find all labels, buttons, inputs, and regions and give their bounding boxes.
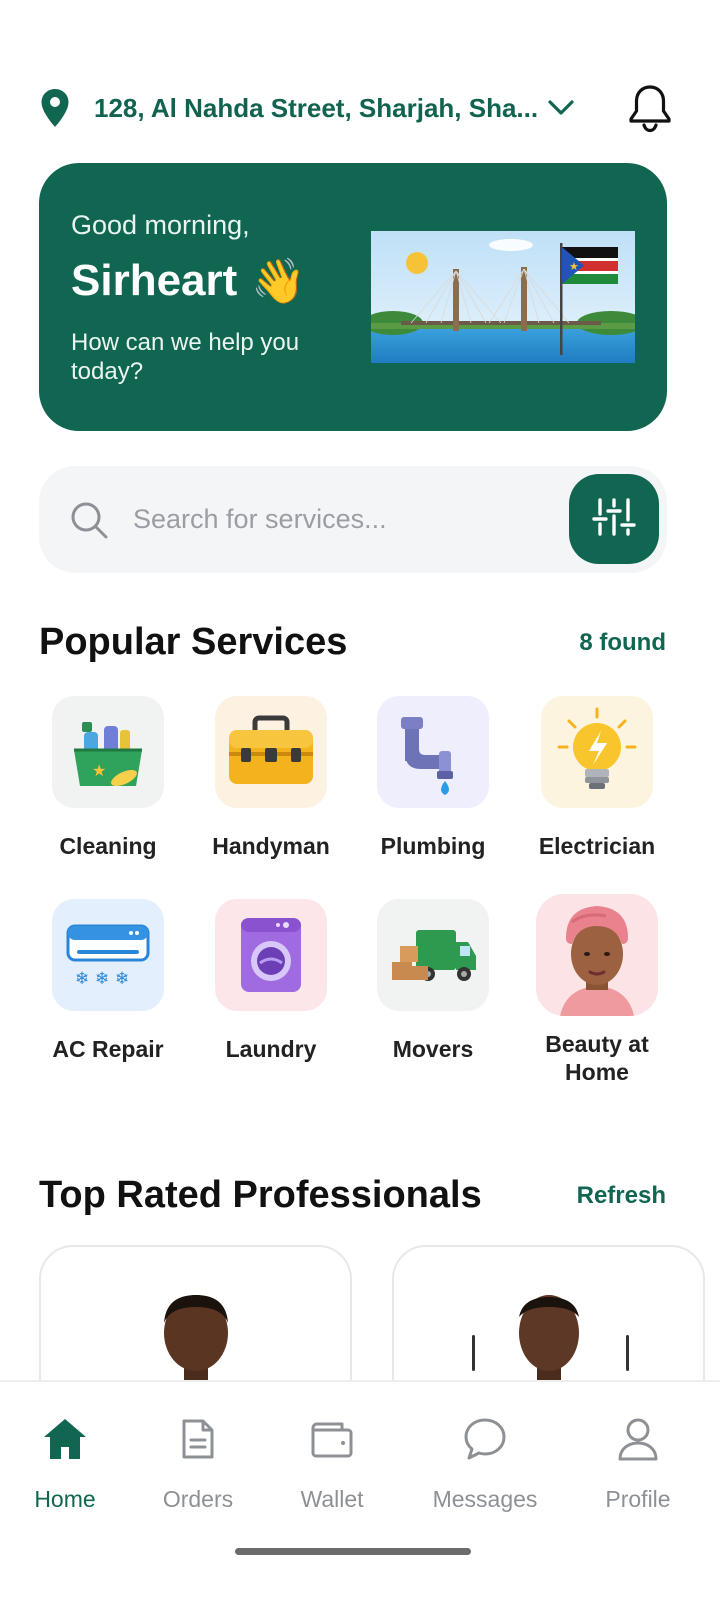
nav-wallet[interactable]: Wallet (262, 1414, 402, 1513)
document-icon (173, 1414, 223, 1464)
top-pros-title: Top Rated Professionals (39, 1174, 482, 1216)
nav-label: Wallet (300, 1486, 364, 1512)
current-location-label[interactable]: 128, Al Nahda Street, Sharjah, Sha... (94, 93, 538, 124)
service-label: Laundry (225, 1036, 317, 1062)
truck-icon (377, 899, 489, 1011)
greeting-card: Good morning, Sirheart 👋 How can we help… (39, 163, 667, 431)
svg-text:★: ★ (569, 260, 579, 273)
washing-machine-icon (215, 899, 327, 1011)
service-cleaning[interactable]: ★ Cleaning (27, 696, 189, 860)
svg-text:❄: ❄ (115, 969, 129, 989)
service-beauty-at-home[interactable]: Beauty at Home (516, 894, 678, 1086)
service-movers[interactable]: Movers (352, 899, 514, 1063)
nav-home[interactable]: Home (0, 1414, 135, 1513)
service-label: AC Repair (52, 1036, 164, 1062)
photo-frame-edge (472, 1335, 475, 1371)
photo-frame-edge (626, 1335, 629, 1371)
greeting-subtitle: How can we help you today? (71, 329, 300, 385)
home-indicator[interactable] (235, 1548, 471, 1555)
service-ac-repair[interactable]: ❄ ❄ ❄ AC Repair (27, 899, 189, 1063)
nav-label: Messages (432, 1486, 538, 1512)
nav-label: Profile (605, 1486, 671, 1512)
svg-text:❄: ❄ (75, 969, 89, 989)
service-handyman[interactable]: Handyman (190, 696, 352, 860)
nav-label: Orders (162, 1486, 234, 1512)
search-icon (69, 500, 109, 540)
service-label: Plumbing (380, 833, 486, 859)
user-icon (613, 1414, 663, 1464)
sliders-icon (592, 497, 636, 542)
nav-messages[interactable]: Messages (415, 1414, 555, 1513)
user-name-text: Sirheart (71, 256, 238, 305)
wallet-icon (307, 1414, 357, 1464)
refresh-button[interactable]: Refresh (577, 1182, 666, 1210)
service-label: Cleaning (59, 833, 157, 859)
bottom-navigation: Home Orders Wallet Messages Profile (0, 1380, 720, 1600)
nav-label: Home (34, 1486, 96, 1512)
app-header: 128, Al Nahda Street, Sharjah, Sha... (40, 80, 680, 136)
search-input[interactable] (133, 496, 553, 542)
svg-text:❄: ❄ (95, 969, 109, 989)
search-bar (39, 466, 667, 573)
chat-bubble-icon (460, 1414, 510, 1464)
service-label: Beauty at Home (545, 1031, 649, 1085)
pipe-icon (377, 696, 489, 808)
cleaning-icon: ★ (52, 696, 164, 808)
service-label: Electrician (538, 833, 656, 859)
beauty-portrait-icon (536, 894, 658, 1016)
service-label: Handyman (212, 833, 330, 859)
filter-button[interactable] (569, 474, 659, 564)
service-laundry[interactable]: Laundry (190, 899, 352, 1063)
services-count: 8 found (579, 629, 666, 656)
banner-illustration: ★ (371, 231, 635, 363)
air-conditioner-icon: ❄ ❄ ❄ (52, 899, 164, 1011)
waving-hand-icon: 👋 (251, 257, 307, 306)
location-pin-icon[interactable] (40, 84, 80, 132)
toolbox-icon (215, 696, 327, 808)
lightbulb-icon (541, 696, 653, 808)
greeting-text: Good morning, (71, 210, 250, 240)
nav-profile[interactable]: Profile (568, 1414, 708, 1513)
svg-text:★: ★ (92, 761, 106, 780)
bell-icon[interactable] (624, 82, 676, 134)
chevron-down-icon[interactable] (548, 93, 578, 123)
service-electrician[interactable]: Electrician (516, 696, 678, 860)
service-plumbing[interactable]: Plumbing (352, 696, 514, 860)
nav-orders[interactable]: Orders (128, 1414, 268, 1513)
user-name: Sirheart 👋 (71, 255, 306, 307)
popular-services-title: Popular Services (39, 621, 348, 663)
service-label: Movers (392, 1036, 474, 1062)
home-icon (40, 1414, 90, 1464)
